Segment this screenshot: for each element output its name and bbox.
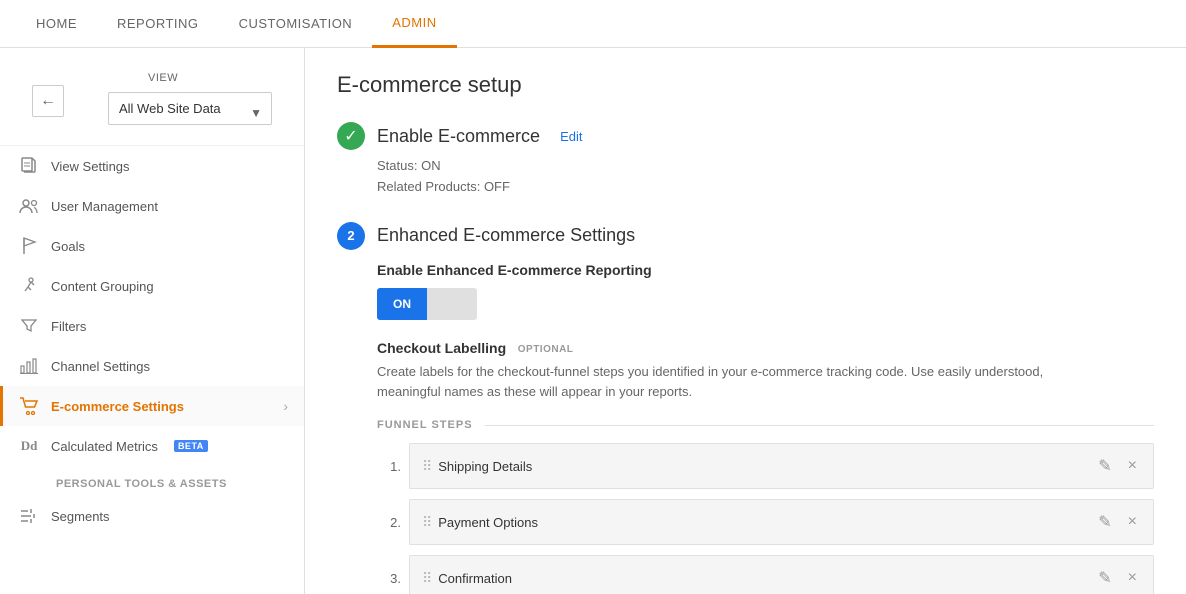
edit-link[interactable]: Edit bbox=[560, 129, 582, 144]
step-3-number: 3. bbox=[377, 571, 401, 586]
sidebar-item-view-settings[interactable]: View Settings bbox=[0, 146, 304, 186]
checkout-labelling-section: Checkout Labelling OPTIONAL Create label… bbox=[377, 340, 1154, 404]
enhanced-ecommerce-title: Enhanced E-commerce Settings bbox=[377, 225, 635, 246]
view-select-wrapper: All Web Site Data ▼ bbox=[92, 88, 288, 137]
step-1-input-box: ⠿ Shipping Details ✎ × bbox=[409, 443, 1154, 489]
drag-handle-2-icon[interactable]: ⠿ bbox=[422, 514, 430, 531]
beta-badge: BETA bbox=[174, 440, 208, 452]
nav-customisation[interactable]: CUSTOMISATION bbox=[219, 0, 373, 48]
toggle-on[interactable]: ON bbox=[377, 288, 427, 320]
sidebar-item-goals-label: Goals bbox=[51, 239, 85, 254]
sidebar-item-content-grouping-label: Content Grouping bbox=[51, 279, 154, 294]
sidebar-item-calculated-metrics-label: Calculated Metrics bbox=[51, 439, 158, 454]
sidebar-item-view-settings-label: View Settings bbox=[51, 159, 130, 174]
step-2-edit-button[interactable]: ✎ bbox=[1094, 510, 1115, 534]
sidebar-item-filters-label: Filters bbox=[51, 319, 86, 334]
checkout-labelling-title: Checkout Labelling bbox=[377, 340, 506, 356]
funnel-steps-label: FUNNEL STEPS bbox=[377, 419, 473, 431]
sidebar-item-ecommerce-settings[interactable]: E-commerce Settings › bbox=[0, 386, 304, 426]
nav-reporting[interactable]: REPORTING bbox=[97, 0, 219, 48]
filter-icon bbox=[19, 316, 39, 336]
step-1-edit-button[interactable]: ✎ bbox=[1094, 454, 1115, 478]
sidebar-item-ecommerce-settings-label: E-commerce Settings bbox=[51, 399, 184, 414]
main-content: E-commerce setup ✓ Enable E-commerce Edi… bbox=[305, 48, 1186, 594]
step-3-label: Confirmation bbox=[438, 571, 1086, 586]
enable-enhanced-label: Enable Enhanced E-commerce Reporting bbox=[377, 262, 1154, 278]
nav-admin[interactable]: ADMIN bbox=[372, 0, 456, 48]
enable-ecommerce-section: ✓ Enable E-commerce Edit Status: ON Rela… bbox=[337, 122, 1154, 198]
sidebar-item-goals[interactable]: Goals bbox=[0, 226, 304, 266]
optional-badge: OPTIONAL bbox=[518, 344, 574, 355]
page-title: E-commerce setup bbox=[337, 72, 1154, 98]
drag-handle-1-icon[interactable]: ⠿ bbox=[422, 458, 430, 475]
sidebar-item-channel-settings[interactable]: Channel Settings bbox=[0, 346, 304, 386]
sidebar-item-channel-settings-label: Channel Settings bbox=[51, 359, 150, 374]
sidebar-item-user-management[interactable]: User Management bbox=[0, 186, 304, 226]
sidebar: ← VIEW All Web Site Data ▼ bbox=[0, 48, 305, 594]
toggle-off[interactable] bbox=[427, 288, 477, 320]
step-3-edit-button[interactable]: ✎ bbox=[1094, 566, 1115, 590]
funnel-step-2: 2. ⠿ Payment Options ✎ × bbox=[377, 499, 1154, 545]
sidebar-item-user-management-label: User Management bbox=[51, 199, 158, 214]
flag-icon bbox=[19, 236, 39, 256]
sidebar-item-segments-label: Segments bbox=[51, 509, 110, 524]
personal-tools-label: PERSONAL TOOLS & ASSETS bbox=[0, 466, 304, 496]
toggle-container[interactable]: ON bbox=[377, 288, 477, 320]
enhanced-settings-content: Enable Enhanced E-commerce Reporting ON … bbox=[337, 262, 1154, 594]
enable-ecommerce-title: Enable E-commerce bbox=[377, 126, 540, 147]
people-icon bbox=[19, 196, 39, 216]
cart-icon bbox=[19, 396, 39, 416]
check-circle-icon: ✓ bbox=[337, 122, 365, 150]
view-label: VIEW bbox=[92, 64, 288, 88]
sidebar-item-filters[interactable]: Filters bbox=[0, 306, 304, 346]
step-2-label: Payment Options bbox=[438, 515, 1086, 530]
sidebar-item-segments[interactable]: Segments bbox=[0, 496, 304, 536]
step-3-delete-button[interactable]: × bbox=[1124, 567, 1141, 589]
sidebar-item-content-grouping[interactable]: Content Grouping bbox=[0, 266, 304, 306]
chevron-right-icon: › bbox=[283, 398, 288, 414]
status-line2: Related Products: OFF bbox=[377, 177, 1154, 198]
status-info: Status: ON Related Products: OFF bbox=[337, 156, 1154, 198]
drag-handle-3-icon[interactable]: ⠿ bbox=[422, 570, 430, 587]
step-2-number: 2. bbox=[377, 515, 401, 530]
back-button[interactable]: ← bbox=[32, 85, 64, 117]
person-run-icon bbox=[19, 276, 39, 296]
status-line1: Status: ON bbox=[377, 156, 1154, 177]
sidebar-item-calculated-metrics[interactable]: Dd Calculated Metrics BETA bbox=[0, 426, 304, 466]
step-1-label: Shipping Details bbox=[438, 459, 1086, 474]
doc-icon bbox=[19, 156, 39, 176]
step-2-delete-button[interactable]: × bbox=[1124, 511, 1141, 533]
step-3-input-box: ⠿ Confirmation ✎ × bbox=[409, 555, 1154, 594]
checkout-labelling-desc: Create labels for the checkout-funnel st… bbox=[377, 362, 1077, 404]
app-layout: ← VIEW All Web Site Data ▼ bbox=[0, 48, 1186, 594]
enhanced-ecommerce-section: 2 Enhanced E-commerce Settings Enable En… bbox=[337, 222, 1154, 594]
step-1-number: 1. bbox=[377, 459, 401, 474]
step-1-delete-button[interactable]: × bbox=[1124, 455, 1141, 477]
segments-icon bbox=[19, 506, 39, 526]
funnel-step-1: 1. ⠿ Shipping Details ✎ × bbox=[377, 443, 1154, 489]
funnel-step-3: 3. ⠿ Confirmation ✎ × bbox=[377, 555, 1154, 594]
view-top-area: ← VIEW All Web Site Data ▼ bbox=[0, 56, 304, 146]
funnel-divider bbox=[485, 425, 1154, 426]
top-navigation: HOME REPORTING CUSTOMISATION ADMIN bbox=[0, 0, 1186, 48]
step-2-input-box: ⠿ Payment Options ✎ × bbox=[409, 499, 1154, 545]
view-select[interactable]: All Web Site Data bbox=[108, 92, 272, 125]
nav-home[interactable]: HOME bbox=[16, 0, 97, 48]
step-2-circle: 2 bbox=[337, 222, 365, 250]
dd-icon: Dd bbox=[19, 436, 39, 456]
chart-icon bbox=[19, 356, 39, 376]
funnel-steps-header: FUNNEL STEPS bbox=[377, 419, 1154, 431]
